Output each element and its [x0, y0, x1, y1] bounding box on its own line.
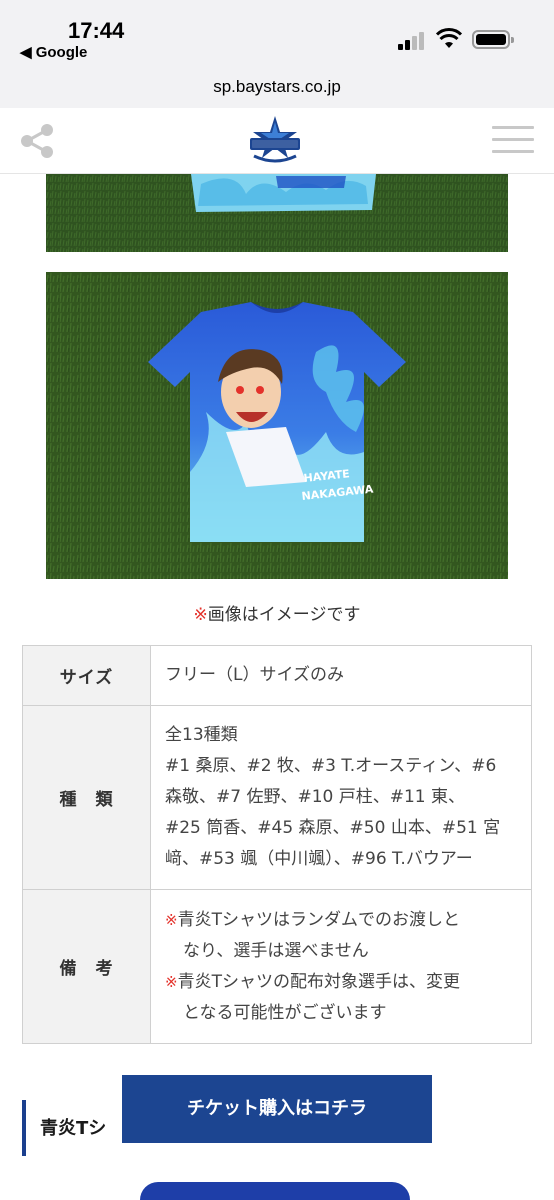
table-row-note: 備 考 ※青炎Tシャツはランダムでのお渡しと なり、選手は選べません ※青炎Tシャ…: [22, 889, 532, 1044]
wifi-icon: [436, 28, 462, 48]
note-mark: ※: [165, 910, 178, 929]
ticket-purchase-button[interactable]: チケット購入はコチラ: [122, 1075, 432, 1143]
section-accent-bar: [22, 1100, 26, 1156]
tshirt-info-table: サイズ フリー（L）サイズのみ 種 類 全13種類 #1 桑原、#2 牧、#3 …: [22, 645, 532, 1044]
note-item-line2: なり、選手は選べません: [183, 940, 369, 961]
hamburger-menu-icon[interactable]: [492, 126, 534, 156]
table-row-size: サイズ フリー（L）サイズのみ: [22, 645, 532, 706]
type-value: 全13種類 #1 桑原、#2 牧、#3 T.オースティン、#6 森敬、#7 佐野…: [150, 705, 532, 890]
battery-icon: [472, 30, 514, 49]
note-value: ※青炎Tシャツはランダムでのお渡しと なり、選手は選べません ※青炎Tシャツの配布…: [150, 889, 532, 1044]
section-title: 青炎Tシ: [40, 1118, 107, 1139]
url-bar[interactable]: sp.baystars.co.jp: [0, 72, 554, 108]
type-line: 森敬、#7 佐野、#10 戸柱、#11 東、: [165, 787, 466, 807]
note-item-line1: 青炎Tシャツの配布対象選手は、変更: [177, 971, 460, 992]
type-label: 種 類: [22, 705, 151, 890]
type-line: #1 桑原、#2 牧、#3 T.オースティン、#6: [165, 756, 497, 776]
back-to-google-link[interactable]: ◀ Google: [20, 43, 87, 61]
size-label: サイズ: [22, 645, 151, 706]
cellular-signal-icon: [398, 30, 426, 50]
note-item: ※青炎Tシャツの配布対象選手は、変更となる可能性がございます: [165, 967, 517, 1029]
type-line: 全13種類: [165, 725, 238, 745]
status-time: 17:44: [68, 18, 125, 43]
note-item: ※青炎Tシャツはランダムでのお渡しとなり、選手は選べません: [165, 905, 517, 967]
type-line: #25 筒香、#45 森原、#50 山本、#51 宮: [165, 818, 501, 838]
note-item-line1: 青炎Tシャツはランダムでのお渡しと: [177, 909, 460, 930]
size-value: フリー（L）サイズのみ: [150, 645, 532, 706]
site-header: [0, 108, 554, 174]
tshirt-photo-top: [46, 174, 508, 252]
image-caption: ※画像はイメージです: [0, 600, 554, 625]
tshirt-photo: HAYATE NAKAGAWA: [46, 272, 508, 579]
table-row-type: 種 類 全13種類 #1 桑原、#2 牧、#3 T.オースティン、#6 森敬、#…: [22, 705, 532, 890]
next-image-peek: [140, 1182, 410, 1200]
share-icon[interactable]: [18, 122, 56, 160]
baystars-star-logo[interactable]: [246, 114, 304, 170]
caption-mark: ※: [193, 605, 208, 625]
note-label: 備 考: [22, 889, 151, 1044]
status-bar: 17:44 ◀ Google: [0, 0, 554, 80]
note-mark: ※: [165, 972, 178, 991]
caption-text: 画像はイメージです: [207, 605, 361, 625]
note-item-line2: となる可能性がございます: [183, 1002, 387, 1023]
type-line: 﨑、#53 颯（中川颯）、#96 T.バウアー: [165, 849, 473, 869]
